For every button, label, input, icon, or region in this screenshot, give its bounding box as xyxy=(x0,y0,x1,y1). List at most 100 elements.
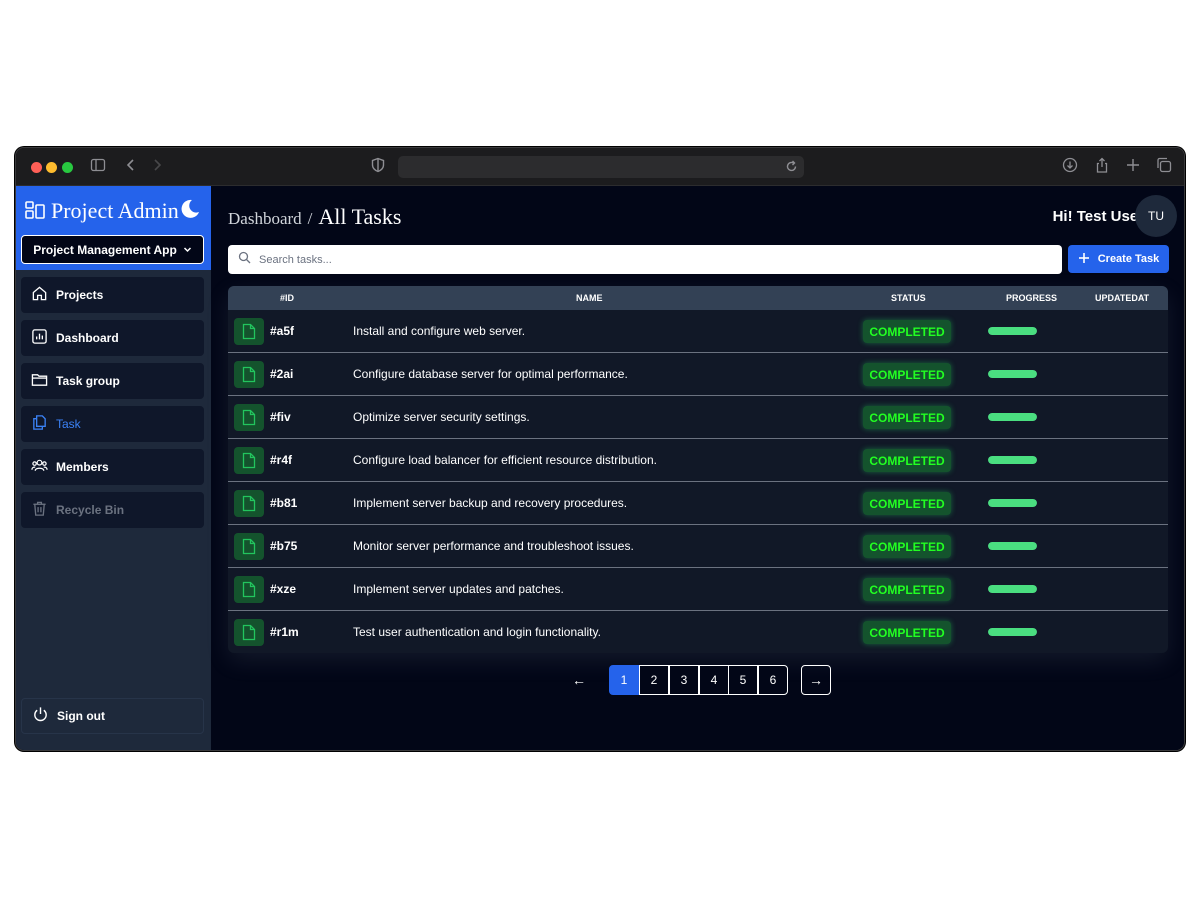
progress-bar-fill xyxy=(988,370,1037,378)
progress-bar xyxy=(988,370,1037,378)
home-icon xyxy=(31,285,48,305)
task-name[interactable]: Implement server backup and recovery pro… xyxy=(353,496,627,510)
task-id[interactable]: #r4f xyxy=(270,453,292,467)
file-icon xyxy=(234,619,264,646)
progress-bar xyxy=(988,628,1037,636)
breadcrumb-dashboard-link[interactable]: Dashboard xyxy=(228,209,302,228)
table-row[interactable]: #b81 Implement server backup and recovery… xyxy=(228,482,1168,525)
download-icon[interactable] xyxy=(1062,157,1078,179)
table-row[interactable]: #r4f Configure load balancer for efficien… xyxy=(228,439,1168,482)
progress-bar xyxy=(988,413,1037,421)
previous-page-button[interactable]: ← xyxy=(564,665,594,695)
create-task-button[interactable]: Create Task xyxy=(1068,245,1169,273)
minimize-window-button[interactable] xyxy=(46,162,57,173)
chevron-down-icon xyxy=(183,243,192,257)
task-name[interactable]: Install and configure web server. xyxy=(353,324,525,338)
status-badge: COMPLETED xyxy=(863,406,951,429)
task-name[interactable]: Optimize server security settings. xyxy=(353,410,530,424)
task-name[interactable]: Test user authentication and login funct… xyxy=(353,625,601,639)
back-icon[interactable] xyxy=(124,157,138,179)
file-icon xyxy=(234,318,264,345)
progress-bar-fill xyxy=(988,542,1037,550)
table-row[interactable]: #fiv Optimize server security settings. CO… xyxy=(228,396,1168,439)
tabs-overview-icon[interactable] xyxy=(1156,157,1172,179)
progress-bar-fill xyxy=(988,628,1037,636)
status-badge: COMPLETED xyxy=(863,621,951,644)
task-id[interactable]: #a5f xyxy=(270,324,294,338)
search-icon xyxy=(238,251,251,269)
sidebar-item-label: Members xyxy=(56,460,109,474)
layout-logo-icon xyxy=(24,199,46,221)
task-id[interactable]: #b75 xyxy=(270,539,297,553)
search-bar[interactable] xyxy=(228,245,1062,274)
share-icon[interactable] xyxy=(1094,157,1110,180)
plus-icon xyxy=(1078,252,1090,267)
file-icon xyxy=(234,361,264,388)
sign-out-button[interactable]: Sign out xyxy=(21,698,204,734)
column-header-progress[interactable]: PROGRESS xyxy=(1006,293,1057,303)
file-icon xyxy=(234,404,264,431)
sidebar-toggle-icon[interactable] xyxy=(90,157,106,179)
task-name[interactable]: Implement server updates and patches. xyxy=(353,582,564,596)
page-button-5[interactable]: 5 xyxy=(728,665,758,695)
file-icon xyxy=(234,447,264,474)
task-id[interactable]: #fiv xyxy=(270,410,291,424)
status-badge: COMPLETED xyxy=(863,535,951,558)
browser-window: Project Admin Project Management App Pro… xyxy=(15,147,1185,751)
task-id[interactable]: #xze xyxy=(270,582,296,596)
sidebar-item-label: Task xyxy=(56,417,81,431)
table-row[interactable]: #a5f Install and configure web server. COM… xyxy=(228,310,1168,353)
table-row[interactable]: #r1m Test user authentication and login f… xyxy=(228,611,1168,653)
task-id[interactable]: #r1m xyxy=(270,625,299,639)
sidebar: Project Admin Project Management App Pro… xyxy=(16,186,211,750)
sidebar-item-projects[interactable]: Projects xyxy=(21,277,204,313)
sign-out-label: Sign out xyxy=(57,709,105,723)
new-tab-icon[interactable] xyxy=(1126,157,1140,179)
next-page-button[interactable]: → xyxy=(801,665,831,695)
reload-icon[interactable] xyxy=(785,159,798,179)
breadcrumb-separator: / xyxy=(307,209,313,228)
column-header-name[interactable]: NAME xyxy=(576,293,603,303)
task-name[interactable]: Configure database server for optimal pe… xyxy=(353,367,628,381)
project-select-label: Project Management App xyxy=(33,242,177,257)
page-button-4[interactable]: 4 xyxy=(699,665,729,695)
sidebar-item-task[interactable]: Task xyxy=(21,406,204,442)
sidebar-item-label: Dashboard xyxy=(56,331,119,345)
page-button-2[interactable]: 2 xyxy=(639,665,669,695)
status-badge: COMPLETED xyxy=(863,578,951,601)
task-id[interactable]: #2ai xyxy=(270,367,293,381)
page-button-6[interactable]: 6 xyxy=(758,665,788,695)
file-icon xyxy=(234,533,264,560)
task-id[interactable]: #b81 xyxy=(270,496,297,510)
trash-icon xyxy=(31,500,48,520)
shield-icon[interactable] xyxy=(371,157,385,179)
search-input[interactable] xyxy=(259,253,1019,266)
progress-bar xyxy=(988,542,1037,550)
avatar[interactable]: TU xyxy=(1135,195,1177,237)
sidebar-item-members[interactable]: Members xyxy=(21,449,204,485)
close-window-button[interactable] xyxy=(31,162,42,173)
table-row[interactable]: #b75 Monitor server performance and troub… xyxy=(228,525,1168,568)
folder-icon xyxy=(31,371,48,391)
users-icon xyxy=(31,457,48,477)
sidebar-item-recycle-bin[interactable]: Recycle Bin xyxy=(21,492,204,528)
project-select[interactable]: Project Management App xyxy=(21,235,204,264)
task-name[interactable]: Monitor server performance and troublesh… xyxy=(353,539,634,553)
column-header-status[interactable]: STATUS xyxy=(891,293,926,303)
file-icon xyxy=(234,490,264,517)
table-row[interactable]: #2ai Configure database server for optima… xyxy=(228,353,1168,396)
progress-bar-fill xyxy=(988,585,1037,593)
dark-mode-toggle-icon[interactable] xyxy=(179,198,201,220)
maximize-window-button[interactable] xyxy=(62,162,73,173)
table-row[interactable]: #xze Implement server updates and patches… xyxy=(228,568,1168,611)
sidebar-item-dashboard[interactable]: Dashboard xyxy=(21,320,204,356)
column-header-updatedat[interactable]: UPDATEDAT xyxy=(1095,293,1149,303)
page-button-3[interactable]: 3 xyxy=(669,665,699,695)
sidebar-item-task-group[interactable]: Task group xyxy=(21,363,204,399)
column-header-id[interactable]: #ID xyxy=(280,293,294,303)
task-name[interactable]: Configure load balancer for efficient re… xyxy=(353,453,657,467)
page-button-1[interactable]: 1 xyxy=(609,665,639,695)
address-bar[interactable] xyxy=(398,156,804,178)
forward-icon[interactable] xyxy=(150,157,164,179)
table-header: #ID NAME STATUS PROGRESS UPDATEDAT xyxy=(228,286,1168,310)
